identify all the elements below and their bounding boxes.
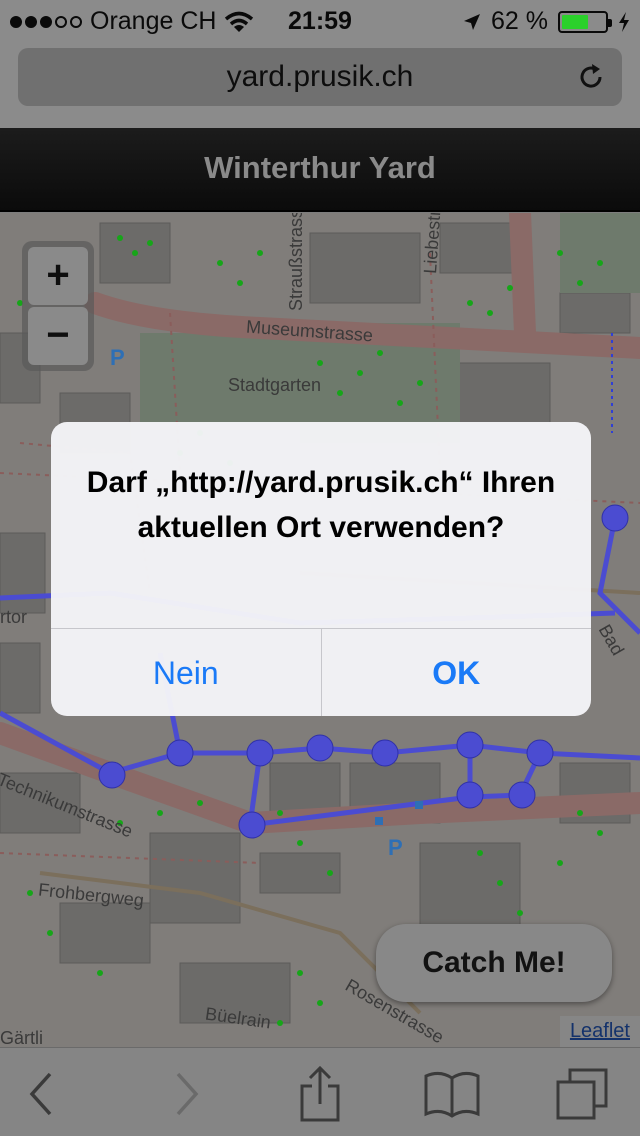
alert-button-row: Nein OK bbox=[51, 628, 591, 716]
deny-button[interactable]: Nein bbox=[51, 629, 321, 716]
app-header: Winterthur Yard bbox=[0, 128, 640, 212]
street-label: Gärtli bbox=[0, 1028, 44, 1047]
alert-message: Darf „http://yard.prusik.ch“ Ihren aktue… bbox=[86, 466, 556, 544]
charging-bolt-icon bbox=[619, 11, 629, 32]
browser-toolbar bbox=[0, 1047, 640, 1136]
location-permission-alert: Darf „http://yard.prusik.ch“ Ihren aktue… bbox=[51, 422, 591, 716]
browser-address-area: yard.prusik.ch bbox=[0, 40, 640, 128]
reload-icon[interactable] bbox=[576, 62, 606, 92]
battery-icon bbox=[558, 10, 612, 33]
url-text: yard.prusik.ch bbox=[226, 60, 414, 93]
forward-icon[interactable] bbox=[156, 1066, 216, 1122]
battery-percentage: 62 % bbox=[491, 7, 548, 35]
zoom-control: + − bbox=[22, 241, 94, 371]
location-arrow-icon bbox=[464, 13, 481, 30]
status-bar: Orange CH 21:59 62 % bbox=[0, 0, 640, 40]
street-label: rtor bbox=[0, 607, 27, 627]
catch-me-button[interactable]: Catch Me! bbox=[376, 924, 612, 1002]
leaflet-attribution-link[interactable]: Leaflet bbox=[559, 1016, 640, 1047]
tabs-icon[interactable] bbox=[552, 1066, 612, 1122]
battery-fill bbox=[562, 14, 589, 29]
back-icon[interactable] bbox=[14, 1066, 74, 1122]
address-bar[interactable]: yard.prusik.ch bbox=[18, 48, 622, 106]
status-right: 62 % bbox=[463, 7, 630, 36]
park-label: Stadtgarten bbox=[228, 375, 322, 395]
allow-button[interactable]: OK bbox=[320, 629, 592, 716]
svg-text:P: P bbox=[388, 835, 403, 860]
street-label: Strauß­strasse bbox=[286, 213, 306, 311]
share-icon[interactable] bbox=[290, 1066, 350, 1122]
svg-text:P: P bbox=[110, 345, 125, 370]
zoom-in-button[interactable]: + bbox=[28, 247, 88, 305]
bookmarks-icon[interactable] bbox=[422, 1066, 482, 1122]
zoom-out-button[interactable]: − bbox=[28, 307, 88, 365]
page-title: Winterthur Yard bbox=[204, 150, 436, 185]
